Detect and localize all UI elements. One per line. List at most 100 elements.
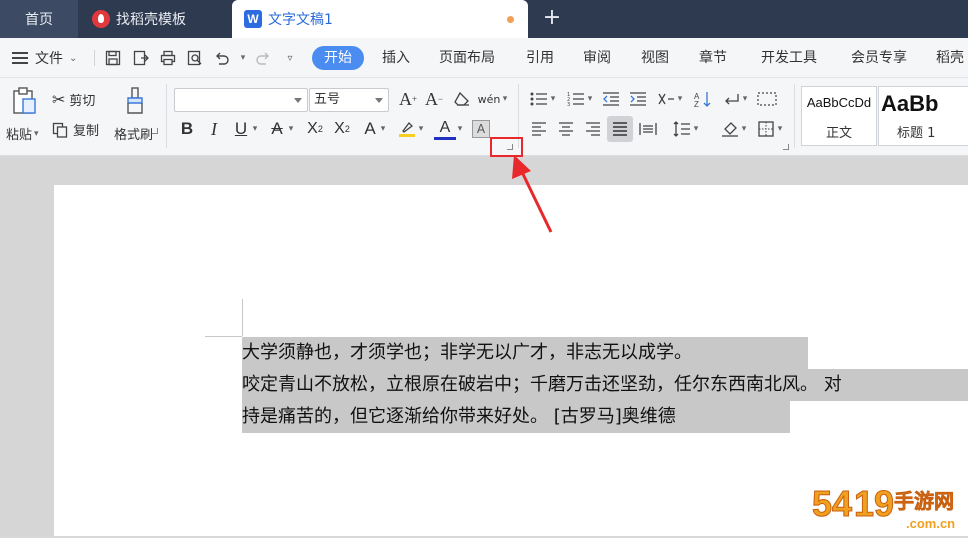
font-color-icon[interactable]: A — [434, 118, 456, 140]
tab-document[interactable]: W 文字文稿1 — [232, 0, 528, 38]
borders-icon[interactable] — [755, 118, 777, 140]
copy-label: 复制 — [73, 124, 100, 139]
italic-icon[interactable]: I — [203, 118, 225, 140]
writer-logo-icon: W — [244, 10, 262, 28]
watermark-url: .com.cn — [906, 516, 955, 531]
chinese-layout-icon[interactable] — [655, 88, 677, 110]
chevron-down-icon[interactable]: ▾ — [416, 118, 426, 140]
highlight-box — [490, 137, 523, 157]
paste-button[interactable]: 粘贴 ▾ — [6, 124, 39, 143]
chevron-down-icon[interactable]: ▾ — [455, 118, 465, 140]
chevron-down-icon[interactable]: ▾ — [286, 118, 296, 140]
justify-icon[interactable] — [607, 116, 633, 142]
undo-dropdown-icon[interactable]: ▾ — [233, 48, 253, 68]
align-left-icon[interactable] — [528, 118, 550, 140]
chevron-down-icon[interactable]: ▾ — [250, 118, 260, 140]
numbering-icon[interactable]: 123 — [565, 88, 587, 110]
increase-font-size-icon[interactable]: A + — [397, 88, 419, 110]
unsaved-dot-icon — [507, 16, 514, 23]
align-center-icon[interactable] — [555, 118, 577, 140]
tab-view[interactable]: 视图 — [641, 47, 669, 69]
shading-icon[interactable] — [719, 118, 741, 140]
tab-section[interactable]: 章节 — [699, 47, 727, 69]
bold-icon[interactable]: B — [176, 118, 198, 140]
file-menu-button[interactable]: 文件 ⌄ — [12, 46, 77, 70]
char-shading-icon[interactable]: A — [472, 120, 490, 138]
document-line[interactable]: 持是痛苦的，但它逐渐给你带来好处。 [古罗马]奥维德 — [242, 401, 790, 433]
new-tab-plus-icon[interactable]: + — [540, 6, 564, 30]
underline-icon[interactable]: U — [230, 118, 252, 140]
sort-icon[interactable]: AZ — [692, 88, 714, 110]
distributed-align-icon[interactable] — [637, 118, 659, 140]
chevron-down-icon[interactable]: ▾ — [739, 118, 749, 140]
chevron-down-icon[interactable]: ▾ — [740, 88, 750, 110]
style-heading-1-sample: AaBb — [881, 91, 939, 116]
chevron-down-icon[interactable]: ▾ — [585, 88, 595, 110]
chevron-down-icon[interactable]: ▾ — [691, 118, 701, 140]
tab-references[interactable]: 引用 — [526, 47, 554, 69]
tab-start[interactable]: 开始 — [312, 46, 364, 70]
format-painter-icon[interactable] — [122, 86, 148, 116]
svg-text:Z: Z — [694, 100, 699, 108]
phonetic-guide-icon[interactable]: wén — [478, 88, 501, 110]
style-normal[interactable]: AaBbCcDd 正文 — [801, 86, 877, 146]
copy-icon — [52, 122, 68, 138]
table-grid-icon[interactable] — [756, 88, 778, 110]
ribbon: 粘贴 ▾ ✂ 剪切 复制 格式刷 五号 A + A − wén ▾ B I U ▾ … — [0, 78, 968, 156]
margin-marker — [205, 336, 242, 337]
tab-home[interactable]: 首页 — [0, 0, 78, 38]
chevron-down-icon[interactable]: ▾ — [775, 118, 785, 140]
document-line[interactable]: 咬定青山不放松，立根原在破岩中；千磨万击还坚劲，任尔东西南北风。 对 — [242, 369, 968, 401]
paste-label: 粘贴 — [6, 128, 33, 143]
decrease-font-size-icon[interactable]: A − — [423, 88, 445, 110]
divider — [166, 84, 167, 148]
increase-indent-icon[interactable] — [627, 88, 649, 110]
scissors-icon: ✂ — [52, 90, 66, 109]
divider — [794, 84, 795, 148]
chevron-down-icon[interactable]: ▾ — [378, 118, 388, 140]
highlight-icon[interactable] — [396, 118, 418, 140]
customize-toolbar-icon[interactable]: ▿ — [280, 48, 300, 68]
style-heading-1[interactable]: AaBb 标题 1 — [878, 86, 968, 146]
format-painter-button[interactable]: 格式刷 — [114, 124, 153, 143]
document-line[interactable]: 大学须静也，才须学也；非学无以广才，非志无以成学。 — [242, 337, 808, 369]
font-size-value: 五号 — [314, 92, 341, 107]
bullets-icon[interactable] — [528, 88, 550, 110]
strikethrough-icon[interactable]: A — [266, 118, 288, 140]
chevron-down-icon[interactable]: ▾ — [500, 88, 510, 110]
print-icon[interactable] — [158, 48, 178, 68]
clipboard-launcher-icon[interactable] — [152, 128, 158, 134]
line-spacing-icon[interactable] — [671, 118, 693, 140]
copy-button[interactable]: 复制 — [52, 120, 99, 139]
svg-text:3: 3 — [567, 102, 570, 107]
tab-page-layout[interactable]: 页面布局 — [439, 47, 495, 69]
font-family-select[interactable] — [174, 88, 308, 112]
undo-icon[interactable] — [212, 48, 232, 68]
redo-icon[interactable] — [253, 48, 273, 68]
tab-review[interactable]: 审阅 — [583, 47, 611, 69]
cut-button[interactable]: ✂ 剪切 — [52, 90, 95, 109]
style-heading-1-label: 标题 1 — [897, 126, 936, 141]
paste-dropdown-icon: ▾ — [34, 128, 39, 139]
print-preview-icon[interactable] — [185, 48, 205, 68]
tab-insert[interactable]: 插入 — [382, 47, 410, 69]
paste-icon[interactable] — [10, 86, 40, 116]
clear-format-icon[interactable] — [451, 88, 473, 110]
align-right-icon[interactable] — [582, 118, 604, 140]
paragraph-launcher-icon[interactable] — [783, 144, 789, 150]
superscript-icon[interactable]: X2 — [304, 118, 326, 140]
tab-template[interactable]: 找稻壳模板 — [80, 0, 230, 38]
tab-document-label: 文字文稿1 — [268, 12, 333, 28]
show-marks-icon[interactable] — [720, 88, 742, 110]
font-size-select[interactable]: 五号 — [309, 88, 389, 112]
tab-daoke[interactable]: 稻壳 — [936, 47, 964, 69]
save-icon[interactable] — [103, 48, 123, 68]
tab-developer[interactable]: 开发工具 — [761, 47, 817, 69]
subscript-icon[interactable]: X2 — [331, 118, 353, 140]
chevron-down-icon[interactable]: ▾ — [675, 88, 685, 110]
svg-text:54: 54 — [812, 483, 852, 524]
chevron-down-icon[interactable]: ▾ — [548, 88, 558, 110]
export-pdf-icon[interactable] — [131, 48, 151, 68]
decrease-indent-icon[interactable] — [600, 88, 622, 110]
tab-member[interactable]: 会员专享 — [851, 47, 907, 69]
